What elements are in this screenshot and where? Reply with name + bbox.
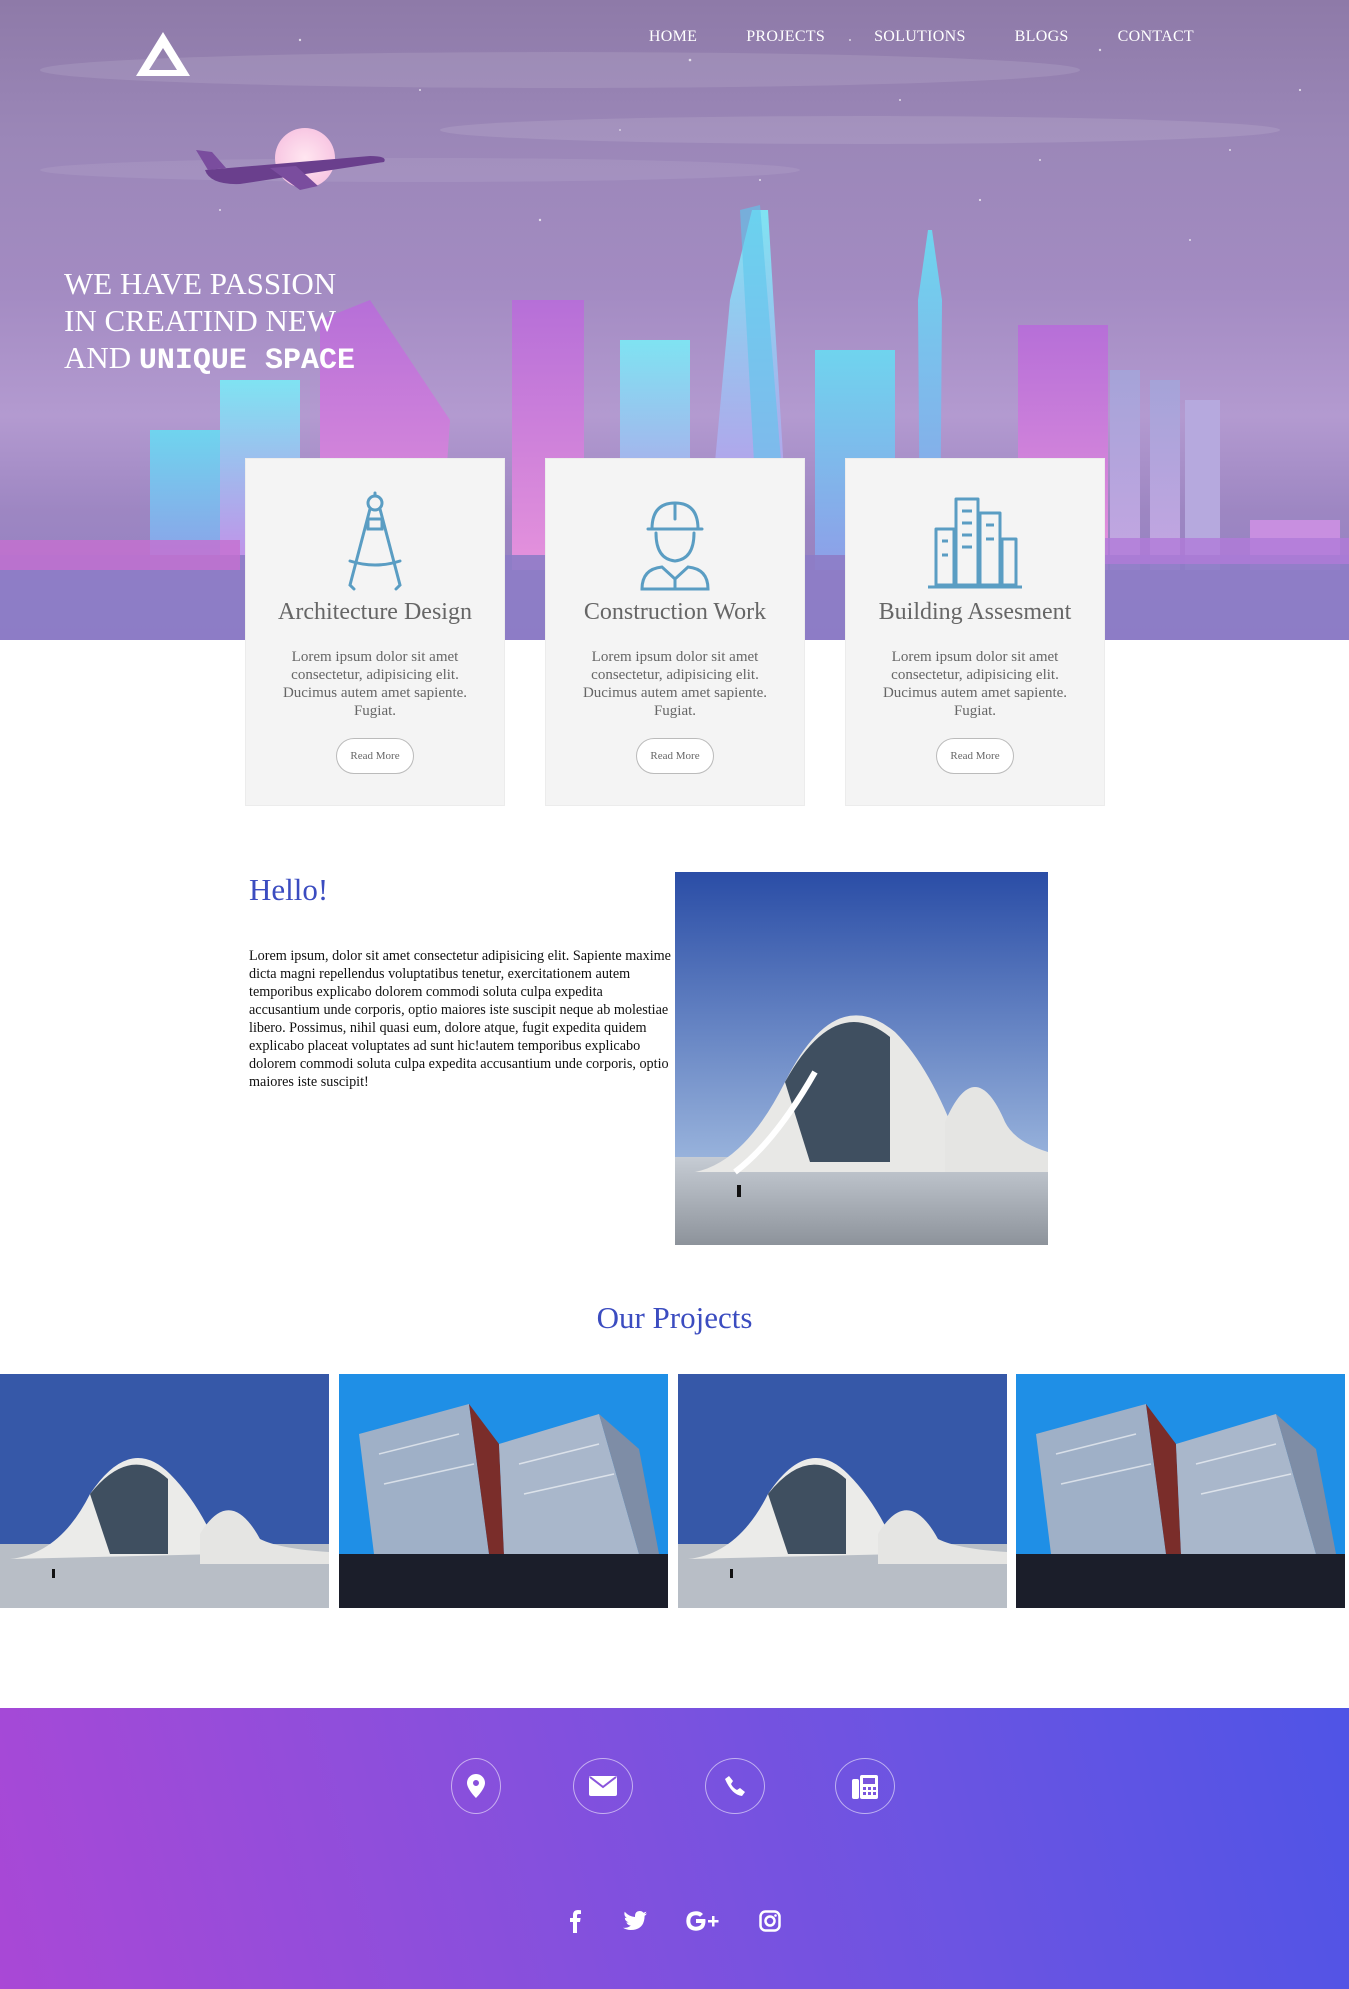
project-image-wave-building[interactable] xyxy=(0,1374,329,1608)
compass-icon xyxy=(348,491,402,591)
nav-projects[interactable]: PROJECTS xyxy=(746,28,825,46)
nav-home[interactable]: HOME xyxy=(649,28,697,46)
envelope-icon[interactable] xyxy=(573,1758,633,1814)
projects-title: Our Projects xyxy=(596,1300,753,1335)
hero-line-3-prefix: AND xyxy=(64,340,139,375)
service-card-construction: Construction Work Lorem ipsum dolor sit … xyxy=(545,458,805,806)
footer xyxy=(0,1708,1349,1989)
hero-line-3-emphasis: UNIQUE SPACE xyxy=(138,344,355,378)
read-more-button[interactable]: Read More xyxy=(936,738,1014,774)
google-plus-icon[interactable] xyxy=(684,1908,720,1934)
fax-icon[interactable] xyxy=(835,1758,895,1814)
service-card-assessment: Building Assesment Lorem ipsum dolor sit… xyxy=(845,458,1105,806)
buildings-icon xyxy=(928,497,1022,589)
service-title: Building Assesment xyxy=(878,599,1072,625)
service-text: Lorem ipsum dolor sit amet consectetur, … xyxy=(282,649,468,719)
hero-line-1: WE HAVE PASSION xyxy=(64,266,337,301)
triangle-logo-icon[interactable] xyxy=(134,30,192,78)
worker-icon xyxy=(640,501,710,591)
hero-headline: WE HAVE PASSION IN CREATIND NEW AND UNIQ… xyxy=(64,265,355,380)
phone-icon[interactable] xyxy=(705,1758,765,1814)
hello-title: Hello! xyxy=(249,872,329,907)
instagram-icon[interactable] xyxy=(757,1908,783,1934)
nav-contact[interactable]: CONTACT xyxy=(1118,28,1194,46)
service-card-architecture: Architecture Design Lorem ipsum dolor si… xyxy=(245,458,505,806)
read-more-button[interactable]: Read More xyxy=(336,738,414,774)
twitter-icon[interactable] xyxy=(622,1908,648,1934)
service-title: Architecture Design xyxy=(278,599,472,625)
project-image-crystal-building[interactable] xyxy=(1016,1374,1345,1608)
nav-blogs[interactable]: BLOGS xyxy=(1015,28,1069,46)
hello-text: Lorem ipsum, dolor sit amet consectetur … xyxy=(249,948,671,1090)
hero-line-3: AND UNIQUE SPACE xyxy=(64,339,355,380)
hero-line-2: IN CREATIND NEW xyxy=(64,303,337,338)
service-text: Lorem ipsum dolor sit amet consectetur, … xyxy=(582,649,768,719)
service-title: Construction Work xyxy=(583,599,767,625)
project-image-wave-building[interactable] xyxy=(678,1374,1007,1608)
main-nav: HOME PROJECTS SOLUTIONS BLOGS CONTACT xyxy=(600,28,1194,46)
map-pin-icon[interactable] xyxy=(451,1758,501,1814)
wave-building-image xyxy=(675,872,1048,1245)
facebook-icon[interactable] xyxy=(565,1908,585,1934)
project-image-crystal-building[interactable] xyxy=(339,1374,668,1608)
service-text: Lorem ipsum dolor sit amet consectetur, … xyxy=(882,649,1068,719)
nav-solutions[interactable]: SOLUTIONS xyxy=(874,28,966,46)
read-more-button[interactable]: Read More xyxy=(636,738,714,774)
